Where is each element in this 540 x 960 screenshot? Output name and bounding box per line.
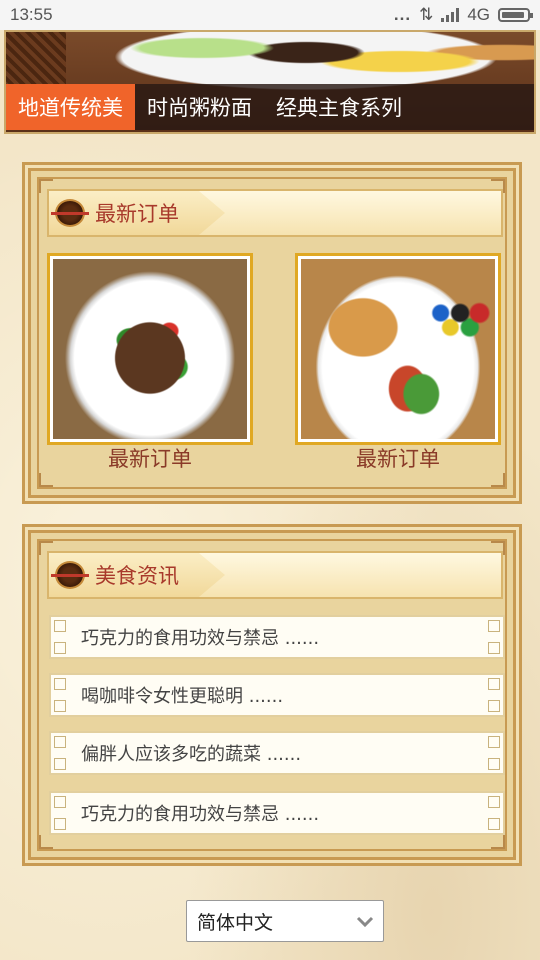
order-card[interactable] xyxy=(47,253,253,445)
section-title-tab: 最新订单 xyxy=(49,191,225,235)
battery-icon xyxy=(498,8,533,22)
news-title[interactable]: 喝咖啡令女性更聪明 ...... xyxy=(81,682,283,708)
more-dots-icon: ... xyxy=(393,5,412,24)
order-card[interactable] xyxy=(295,253,501,445)
category-nav: 地道传统美 时尚粥粉面 经典主食系列 xyxy=(6,84,534,130)
section-header: 最新订单 xyxy=(47,189,503,237)
language-select-value: 简体中文 xyxy=(197,911,274,934)
tab-traditional[interactable]: 地道传统美 xyxy=(6,84,135,130)
food-image xyxy=(301,259,495,439)
order-card-caption[interactable]: 最新订单 xyxy=(47,443,253,473)
section-title: 美食资讯 xyxy=(95,564,179,588)
order-card-caption[interactable]: 最新订单 xyxy=(295,443,501,473)
language-select[interactable]: 简体中文 xyxy=(186,900,384,942)
header-banner: 地道传统美 时尚粥粉面 经典主食系列 xyxy=(4,30,536,134)
food-image xyxy=(53,259,247,439)
section-title: 最新订单 xyxy=(95,202,179,226)
signal-icon xyxy=(441,8,460,22)
status-icons: ... ⇅ 4G xyxy=(393,5,533,25)
status-time: 13:55 xyxy=(10,5,53,24)
chevron-down-icon xyxy=(356,916,374,928)
latest-orders-panel: 最新订单 最新订单 最新订单 xyxy=(22,162,522,504)
food-news-panel: 美食资讯 巧克力的食用功效与禁忌 ...... 喝咖啡令女性更聪明 ......… xyxy=(22,524,522,866)
news-title[interactable]: 巧克力的食用功效与禁忌 ...... xyxy=(81,800,319,826)
status-bar: 13:55 ... ⇅ 4G xyxy=(0,0,540,30)
news-list-item[interactable]: 巧克力的食用功效与禁忌 ...... xyxy=(49,791,505,835)
news-title[interactable]: 偏胖人应该多吃的蔬菜 ...... xyxy=(81,740,301,766)
news-list-item[interactable]: 喝咖啡令女性更聪明 ...... xyxy=(49,673,505,717)
news-title[interactable]: 巧克力的食用功效与禁忌 ...... xyxy=(81,624,319,650)
network-type: 4G xyxy=(467,5,490,24)
tab-staple-food[interactable]: 经典主食系列 xyxy=(264,84,414,130)
section-title-tab: 美食资讯 xyxy=(49,553,225,597)
bowl-icon xyxy=(51,199,89,227)
data-transfer-icon: ⇅ xyxy=(419,5,434,24)
tab-congee-noodles[interactable]: 时尚粥粉面 xyxy=(135,84,264,130)
news-list-item[interactable]: 偏胖人应该多吃的蔬菜 ...... xyxy=(49,731,505,775)
section-header: 美食资讯 xyxy=(47,551,503,599)
news-list-item[interactable]: 巧克力的食用功效与禁忌 ...... xyxy=(49,615,505,659)
bowl-icon xyxy=(51,561,89,589)
